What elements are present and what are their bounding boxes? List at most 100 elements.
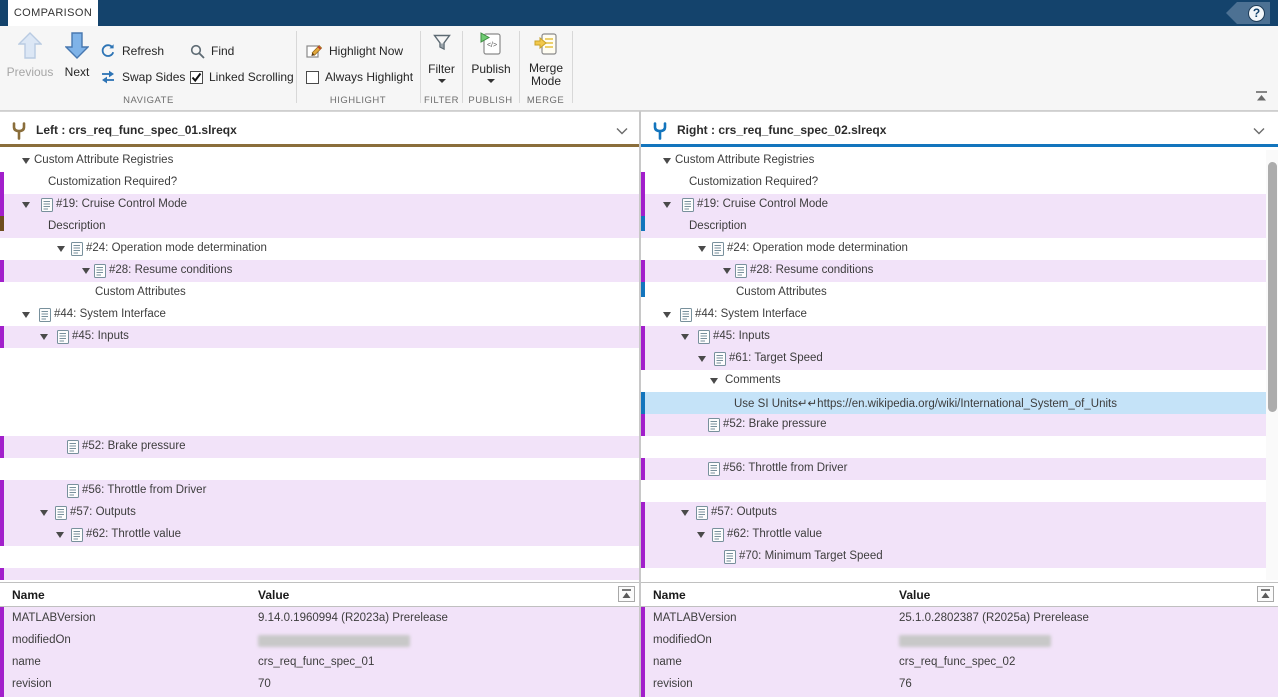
purple-change-marker [0,326,4,348]
property-value: crs_req_func_spec_01 [258,656,374,668]
right-tree-scrollbar[interactable] [1266,150,1278,580]
tab-comparison[interactable]: COMPARISON [8,0,98,26]
always-highlight-checkbox[interactable]: Always Highlight [306,68,413,86]
tree-row[interactable]: #70: Minimum Target Speed [641,546,1266,568]
property-row[interactable]: namecrs_req_func_spec_01 [4,652,639,674]
chevron-down-icon[interactable] [1253,127,1265,135]
tree-row[interactable]: #24: Operation mode determination [641,238,1266,260]
chevron-down-icon[interactable] [616,127,628,135]
refresh-button[interactable]: Refresh [100,42,164,60]
collapse-toolstrip-button[interactable] [1253,88,1270,104]
tree-row[interactable]: #28: Resume conditions [0,260,639,282]
expander-icon[interactable] [697,532,705,538]
purple-change-marker [641,502,645,524]
expander-icon[interactable] [698,356,706,362]
tree-row[interactable]: #52: Brake pressure [0,436,639,458]
tree-row[interactable]: Description [0,216,639,238]
expander-icon[interactable] [22,158,30,164]
publish-button[interactable]: </> Publish [463,32,519,102]
expander-icon[interactable] [663,312,671,318]
right-properties-table: NameValueMATLABVersion25.1.0.2802387 (R2… [641,582,1278,697]
expander-icon[interactable] [663,202,671,208]
tree-row-label: Customization Required? [48,176,177,188]
expander-icon[interactable] [57,246,65,252]
property-row[interactable]: revision76 [645,674,1278,696]
merge-mode-button[interactable]: Merge Mode [520,32,572,102]
tree-row-spacer [0,348,639,370]
scrollbar-thumb[interactable] [1268,162,1277,412]
collapse-properties-button[interactable] [1257,586,1274,602]
linked-scrolling-checkbox[interactable]: Linked Scrolling [190,68,294,86]
find-button[interactable]: Find [190,42,234,60]
tree-row[interactable]: Customization Required? [641,172,1266,194]
tree-row[interactable]: #19: Cruise Control Mode [0,194,639,216]
properties-body: MATLABVersion25.1.0.2802387 (R2025a) Pre… [641,607,1278,697]
tree-row[interactable]: #45: Inputs [0,326,639,348]
tree-row[interactable]: #57: Outputs [0,502,639,524]
right-pane-accent-bar [641,144,1278,147]
tree-row[interactable]: Custom Attributes [0,282,639,304]
tree-row[interactable]: #57: Outputs [641,502,1266,524]
expander-icon[interactable] [40,510,48,516]
tree-row[interactable]: Custom Attribute Registries [0,150,639,172]
tree-row[interactable]: Custom Attributes [641,282,1266,304]
tree-row[interactable]: Customization Required? [0,172,639,194]
tree-row[interactable]: #44: System Interface [641,304,1266,326]
tree-row[interactable]: Custom Attribute Registries [641,150,1266,172]
expander-icon[interactable] [723,268,731,274]
expander-icon[interactable] [710,378,718,384]
expander-icon[interactable] [681,510,689,516]
tree-row-spacer [0,414,639,436]
purple-change-marker [0,568,4,580]
swap-sides-button[interactable]: Swap Sides [100,68,185,86]
tree-row[interactable]: #44: System Interface [0,304,639,326]
right-pane-header[interactable]: Right : crs_req_func_spec_02.slreqx [641,117,1278,147]
tree-row-label: Use SI Units↵↵https://en.wikipedia.org/w… [734,396,1117,410]
property-row[interactable]: namecrs_req_func_spec_02 [645,652,1278,674]
tree-row[interactable]: Use SI Units↵↵https://en.wikipedia.org/w… [641,392,1266,414]
tree-row[interactable]: #52: Brake pressure [641,414,1266,436]
next-button[interactable]: Next [58,32,96,102]
tree-row[interactable]: Description [641,216,1266,238]
property-row[interactable]: MATLABVersion9.14.0.1960994 (R2023a) Pre… [4,608,639,630]
previous-button[interactable]: Previous [6,32,54,102]
expander-icon[interactable] [663,158,671,164]
tree-row[interactable]: Comments [641,370,1266,392]
property-name: revision [653,678,693,690]
help-button[interactable]: ? [1226,2,1270,24]
tree-row[interactable]: #62: Throttle value [0,524,639,546]
expander-icon[interactable] [56,532,64,538]
tree-row[interactable]: #45: Inputs [641,326,1266,348]
tree-row[interactable]: #28: Resume conditions [641,260,1266,282]
filter-button[interactable]: Filter [421,32,462,102]
property-row[interactable]: MATLABVersion25.1.0.2802387 (R2025a) Pre… [645,608,1278,630]
merge-section-label: MERGE [519,95,572,107]
tree-row[interactable]: #61: Target Speed [641,348,1266,370]
collapse-properties-button[interactable] [618,586,635,602]
tree-row-label: #56: Throttle from Driver [82,484,206,496]
property-row[interactable]: modifiedOn [4,630,639,652]
expander-icon[interactable] [22,202,30,208]
property-row[interactable]: modifiedOn [645,630,1278,652]
expander-icon[interactable] [698,246,706,252]
tree-row[interactable]: #56: Throttle from Driver [0,480,639,502]
checkbox-checked-icon [190,71,203,84]
property-row[interactable]: revision70 [4,674,639,696]
tree-row[interactable]: #19: Cruise Control Mode [641,194,1266,216]
tree-row-label: #57: Outputs [70,506,136,518]
tree-row[interactable]: #56: Throttle from Driver [641,458,1266,480]
tree-row[interactable]: #62: Throttle value [641,524,1266,546]
expander-icon[interactable] [82,268,90,274]
requirement-icon [71,242,83,261]
purple-change-marker [641,458,645,480]
tree-row-label: #24: Operation mode determination [727,242,908,254]
publish-icon: </> [480,32,502,56]
tree-row-label: #44: System Interface [695,308,807,320]
tree-row[interactable]: #24: Operation mode determination [0,238,639,260]
left-pane-header[interactable]: Left : crs_req_func_spec_01.slreqx [0,117,639,147]
highlight-now-button[interactable]: Highlight Now [306,42,403,60]
expander-icon[interactable] [22,312,30,318]
redacted-value-block [899,635,1051,647]
expander-icon[interactable] [681,334,689,340]
expander-icon[interactable] [40,334,48,340]
